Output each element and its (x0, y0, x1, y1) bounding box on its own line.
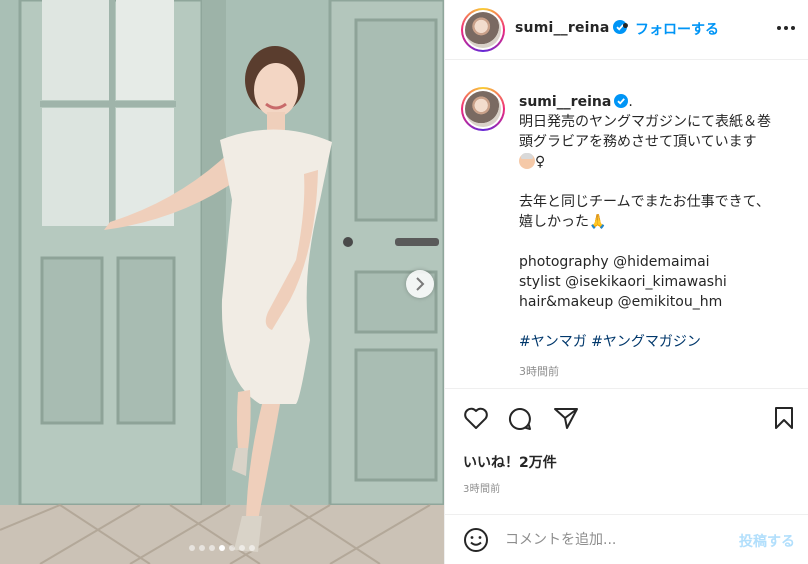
carousel-dot (229, 545, 235, 551)
caption-text: sumi__reina. 明日発売のヤングマガジンにて表紙＆巻 頭グラビアを務め… (519, 92, 799, 352)
caption-line: 頭グラビアを務めさせて頂いています (519, 134, 757, 150)
carousel-indicator (0, 545, 444, 551)
bookmark-icon[interactable] (773, 406, 795, 430)
post-timestamp[interactable]: 3時間前 (463, 480, 501, 495)
man-emoji-icon (519, 153, 535, 169)
action-bar (445, 400, 808, 440)
caption-line: 明日発売のヤングマガジンにて表紙＆巻 (519, 114, 771, 130)
follow-button[interactable]: フォローする (635, 19, 719, 39)
comment-form: 投稿する (445, 514, 808, 564)
caption-credit: stylist @isekikaori_kimawashi (519, 274, 727, 290)
verified-badge-icon (614, 94, 629, 108)
caption-header-line: sumi__reina. (519, 92, 799, 112)
smile-icon[interactable] (463, 527, 489, 553)
avatar[interactable] (461, 8, 505, 52)
caption-credit: hair&makeup @emikitou_hm (519, 294, 723, 310)
comment-input[interactable] (505, 528, 725, 552)
more-options-icon[interactable] (777, 26, 795, 30)
post-photo[interactable] (0, 0, 444, 564)
caption-line: 去年と同じチームでまたお仕事できて、 (519, 194, 770, 210)
carousel-next-button[interactable] (406, 270, 434, 298)
caption-blank (519, 312, 799, 332)
carousel-dot (189, 545, 195, 551)
caption-emoji-text: ♀ (535, 154, 546, 170)
caption-blank (519, 172, 799, 192)
header-separator: • (621, 19, 630, 35)
username-link[interactable]: sumi__reina (515, 20, 610, 36)
carousel-dot (209, 545, 215, 551)
caption-blank (519, 232, 799, 252)
likes-count[interactable]: いいね！2万件 (463, 452, 557, 472)
caption-timestamp: 3時間前 (519, 365, 559, 378)
post-comment-button[interactable]: 投稿する (739, 531, 795, 551)
heart-icon[interactable] (463, 406, 489, 430)
carousel-dot (199, 545, 205, 551)
chevron-right-icon (416, 277, 425, 291)
caption-line-emoji: ♀ (519, 152, 799, 172)
comment-icon[interactable] (507, 406, 533, 432)
share-icon[interactable] (553, 406, 579, 430)
post-side-panel: sumi__reina • フォローする sumi__reina. 明日発売のヤ… (444, 0, 808, 564)
carousel-dot (249, 545, 255, 551)
carousel-dot (239, 545, 245, 551)
post-header: sumi__reina • フォローする (445, 0, 808, 60)
caption-line: 嬉しかった🙏 (519, 214, 607, 230)
caption-dot: . (628, 94, 633, 110)
photo-illustration (0, 0, 444, 564)
caption-section: sumi__reina. 明日発売のヤングマガジンにて表紙＆巻 頭グラビアを務め… (445, 61, 808, 389)
caption-credit: photography @hidemaimai (519, 254, 710, 270)
avatar[interactable] (461, 87, 505, 131)
carousel-dot-active (219, 545, 225, 551)
caption-username[interactable]: sumi__reina (519, 94, 611, 110)
header-username-wrap: sumi__reina (515, 20, 627, 36)
caption-hashtags[interactable]: #ヤンマガ #ヤングマガジン (519, 332, 799, 352)
